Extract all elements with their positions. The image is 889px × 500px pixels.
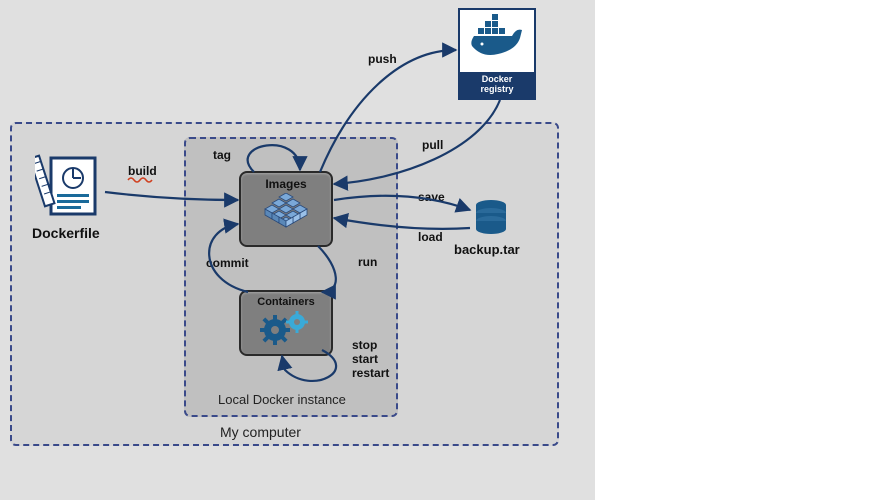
pull-label: pull — [422, 138, 443, 152]
stop-label: stop — [352, 338, 377, 352]
images-node: Images — [239, 171, 333, 247]
backup-icon — [474, 199, 508, 237]
registry-line1: Docker — [482, 74, 513, 84]
start-label: start — [352, 352, 378, 366]
load-label: load — [418, 230, 443, 244]
dockerfile-icon — [35, 150, 105, 225]
diagram-canvas: My computer Local Docker instance Images — [0, 0, 889, 500]
commit-label: commit — [206, 256, 249, 270]
images-label: Images — [241, 177, 331, 191]
save-label: save — [418, 190, 445, 204]
dockerfile-label: Dockerfile — [32, 225, 100, 241]
backup-label: backup.tar — [454, 242, 520, 257]
gears-icon — [241, 310, 331, 351]
build-label: build — [128, 164, 157, 178]
tag-label: tag — [213, 148, 231, 162]
local-docker-label: Local Docker instance — [218, 392, 346, 407]
containers-label: Containers — [241, 296, 331, 308]
my-computer-label: My computer — [220, 424, 301, 440]
containers-node: Containers — [239, 290, 333, 356]
registry-caption: Docker registry — [460, 72, 534, 98]
registry-line2: registry — [480, 84, 513, 94]
whale-icon — [462, 10, 532, 68]
restart-label: restart — [352, 366, 389, 380]
push-label: push — [368, 52, 397, 66]
registry-node: Docker registry — [458, 8, 536, 100]
run-label: run — [358, 255, 377, 269]
stack-icon — [261, 193, 311, 231]
